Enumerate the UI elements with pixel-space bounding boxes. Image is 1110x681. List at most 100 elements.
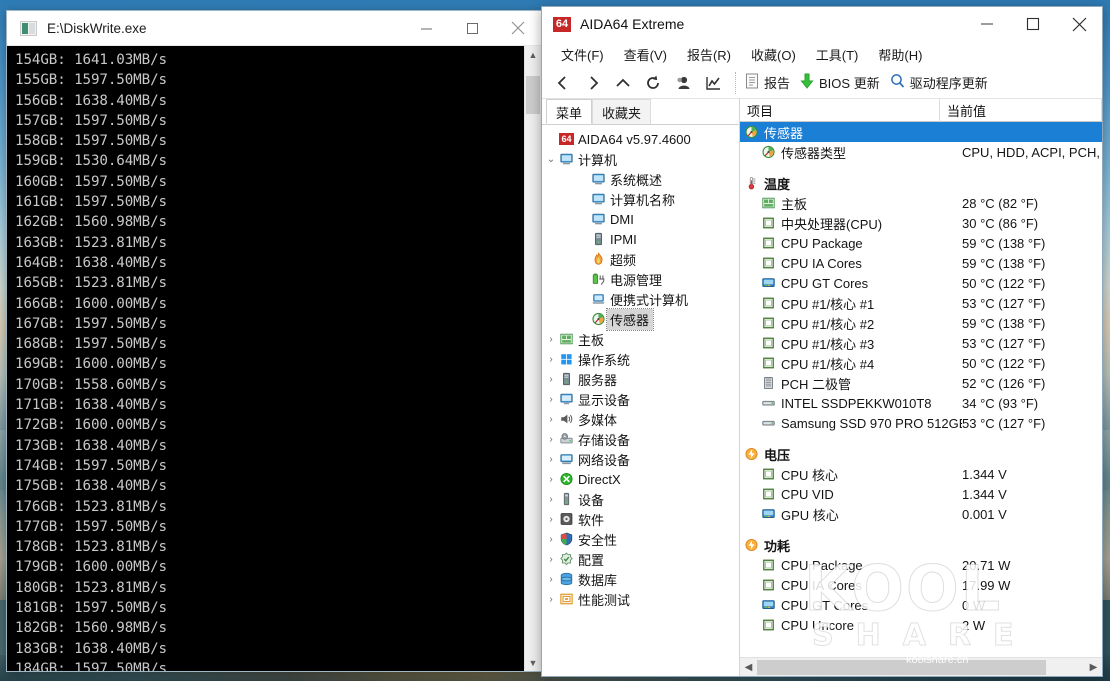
chevron-right-icon[interactable]: › [544,354,558,365]
up-icon[interactable] [608,69,638,97]
tree-item-[interactable]: › 存储设备 [542,429,739,449]
report-row[interactable]: CPU 核心 1.344 V [740,464,1102,484]
report-row[interactable]: CPU Uncore 2 W [740,615,1102,635]
menu-file[interactable]: 文件(F) [551,42,614,67]
tree-item-[interactable]: ⌄ 计算机 [542,149,739,169]
tree-item-[interactable]: 电源管理 [542,269,739,289]
tree-item-[interactable]: › 服务器 [542,369,739,389]
column-header-value[interactable]: 当前值 [940,98,1102,122]
report-section-header[interactable]: 电压 [740,444,1102,464]
menu-favorites[interactable]: 收藏(O) [741,42,806,67]
report-row[interactable]: CPU #1/核心 #4 50 °C (122 °F) [740,353,1102,373]
console-scroll-thumb[interactable] [526,76,540,114]
chevron-right-icon[interactable]: › [544,574,558,585]
aida64-maximize-button[interactable] [1010,7,1056,42]
chevron-right-icon[interactable]: › [544,454,558,465]
tree-item-[interactable]: 系统概述 [542,169,739,189]
chevron-right-icon[interactable]: › [544,334,558,345]
report-section-header[interactable]: 温度 [740,173,1102,193]
chevron-down-icon[interactable]: ⌄ [544,154,558,165]
tree-item-[interactable]: › 多媒体 [542,409,739,429]
scroll-right-icon[interactable]: ▶ [1085,662,1102,673]
tree-item-[interactable]: 超频 [542,249,739,269]
tree-item-[interactable]: › 显示设备 [542,389,739,409]
forward-icon[interactable] [578,69,608,97]
chevron-right-icon[interactable]: › [544,594,558,605]
menu-help[interactable]: 帮助(H) [868,42,932,67]
tree-item-[interactable]: › 设备 [542,489,739,509]
report-row[interactable]: CPU #1/核心 #3 53 °C (127 °F) [740,333,1102,353]
cpu-icon [759,578,777,592]
console-vertical-scrollbar[interactable]: ▲ ▼ [524,46,541,671]
menu-report[interactable]: 报告(R) [677,42,741,67]
report-selected-header[interactable]: 传感器 [740,122,1102,142]
report-row[interactable]: CPU IA Cores 17.99 W [740,575,1102,595]
tree-item-[interactable]: › 网络设备 [542,449,739,469]
tab-menu[interactable]: 菜单 [546,99,593,124]
report-row[interactable]: PCH 二极管 52 °C (126 °F) [740,373,1102,393]
aida64-close-button[interactable] [1056,7,1102,42]
report-row[interactable]: INTEL SSDPEKKW010T8 34 °C (93 °F) [740,393,1102,413]
tree-item-[interactable]: › 数据库 [542,569,739,589]
report-row[interactable]: CPU VID 1.344 V [740,484,1102,504]
toolbar-bios-update[interactable]: BIOS 更新 [798,73,888,92]
tree-item-aida64-v5-97-4600[interactable]: 64 AIDA64 v5.97.4600 [542,129,739,149]
tree-item-[interactable]: › 操作系统 [542,349,739,369]
console-scroll-up-icon[interactable]: ▲ [525,46,541,63]
tree-item-ipmi[interactable]: IPMI [542,229,739,249]
console-minimize-button[interactable] [403,11,449,46]
menu-view[interactable]: 查看(V) [614,42,677,67]
report-scroll-thumb[interactable] [757,659,1046,675]
report-row[interactable]: CPU IA Cores 59 °C (138 °F) [740,253,1102,273]
tree-item-[interactable]: › 性能测试 [542,589,739,609]
menu-tools[interactable]: 工具(T) [806,42,869,67]
report-row[interactable]: CPU #1/核心 #1 53 °C (127 °F) [740,293,1102,313]
tab-favorites[interactable]: 收藏夹 [592,99,652,124]
column-header-item[interactable]: 项目 [740,98,940,122]
report-row[interactable]: CPU Package 20.71 W [740,555,1102,575]
tree-item-[interactable]: 传感器 [542,307,739,331]
tree-item-[interactable]: › 安全性 [542,529,739,549]
tree-item-dmi[interactable]: DMI [542,209,739,229]
chevron-right-icon[interactable]: › [544,514,558,525]
report-horizontal-scrollbar[interactable]: ◀ ▶ [740,657,1102,676]
refresh-icon[interactable] [638,69,668,97]
console-scroll-down-icon[interactable]: ▼ [525,654,541,671]
report-row[interactable]: GPU 核心 0.001 V [740,504,1102,524]
toolbar-report[interactable]: 报告 [743,73,798,92]
chevron-right-icon[interactable]: › [544,434,558,445]
console-icon [20,20,37,36]
report-row[interactable]: CPU GT Cores 50 °C (122 °F) [740,273,1102,293]
report-row[interactable]: 中央处理器(CPU) 30 °C (86 °F) [740,213,1102,233]
report-row[interactable]: CPU #1/核心 #2 59 °C (138 °F) [740,313,1102,333]
navigation-tree[interactable]: 64 AIDA64 v5.97.4600 ⌄ 计算机 系统概述 计算机名称 DMI I… [542,124,739,676]
report-row[interactable]: 传感器类型 CPU, HDD, ACPI, PCH, SNB [740,142,1102,162]
console-close-button[interactable] [495,11,541,46]
aida64-minimize-button[interactable] [964,7,1010,42]
console-maximize-button[interactable] [449,11,495,46]
tree-item-[interactable]: › 软件 [542,509,739,529]
chevron-right-icon[interactable]: › [544,374,558,385]
scroll-left-icon[interactable]: ◀ [740,662,757,673]
report-row[interactable]: CPU Package 59 °C (138 °F) [740,233,1102,253]
user-icon[interactable] [668,69,698,97]
report-scroll-track[interactable] [757,658,1085,676]
report-section-header[interactable]: 功耗 [740,535,1102,555]
chevron-right-icon[interactable]: › [544,394,558,405]
tree-item-directx[interactable]: › DirectX [542,469,739,489]
tree-item-[interactable]: › 主板 [542,329,739,349]
report-row[interactable]: Samsung SSD 970 PRO 512GB 53 °C (127 °F) [740,413,1102,433]
tree-item-[interactable]: 计算机名称 [542,189,739,209]
report-row[interactable]: CPU GT Cores 0 W [740,595,1102,615]
back-icon[interactable] [548,69,578,97]
chart-icon[interactable] [698,69,728,97]
chevron-right-icon[interactable]: › [544,494,558,505]
chevron-right-icon[interactable]: › [544,554,558,565]
tree-item-[interactable]: 便携式计算机 [542,289,739,309]
chevron-right-icon[interactable]: › [544,414,558,425]
chevron-right-icon[interactable]: › [544,474,558,485]
report-row[interactable]: 主板 28 °C (82 °F) [740,193,1102,213]
tree-item-[interactable]: › 配置 [542,549,739,569]
chevron-right-icon[interactable]: › [544,534,558,545]
toolbar-driver-update[interactable]: 驱动程序更新 [888,73,996,92]
